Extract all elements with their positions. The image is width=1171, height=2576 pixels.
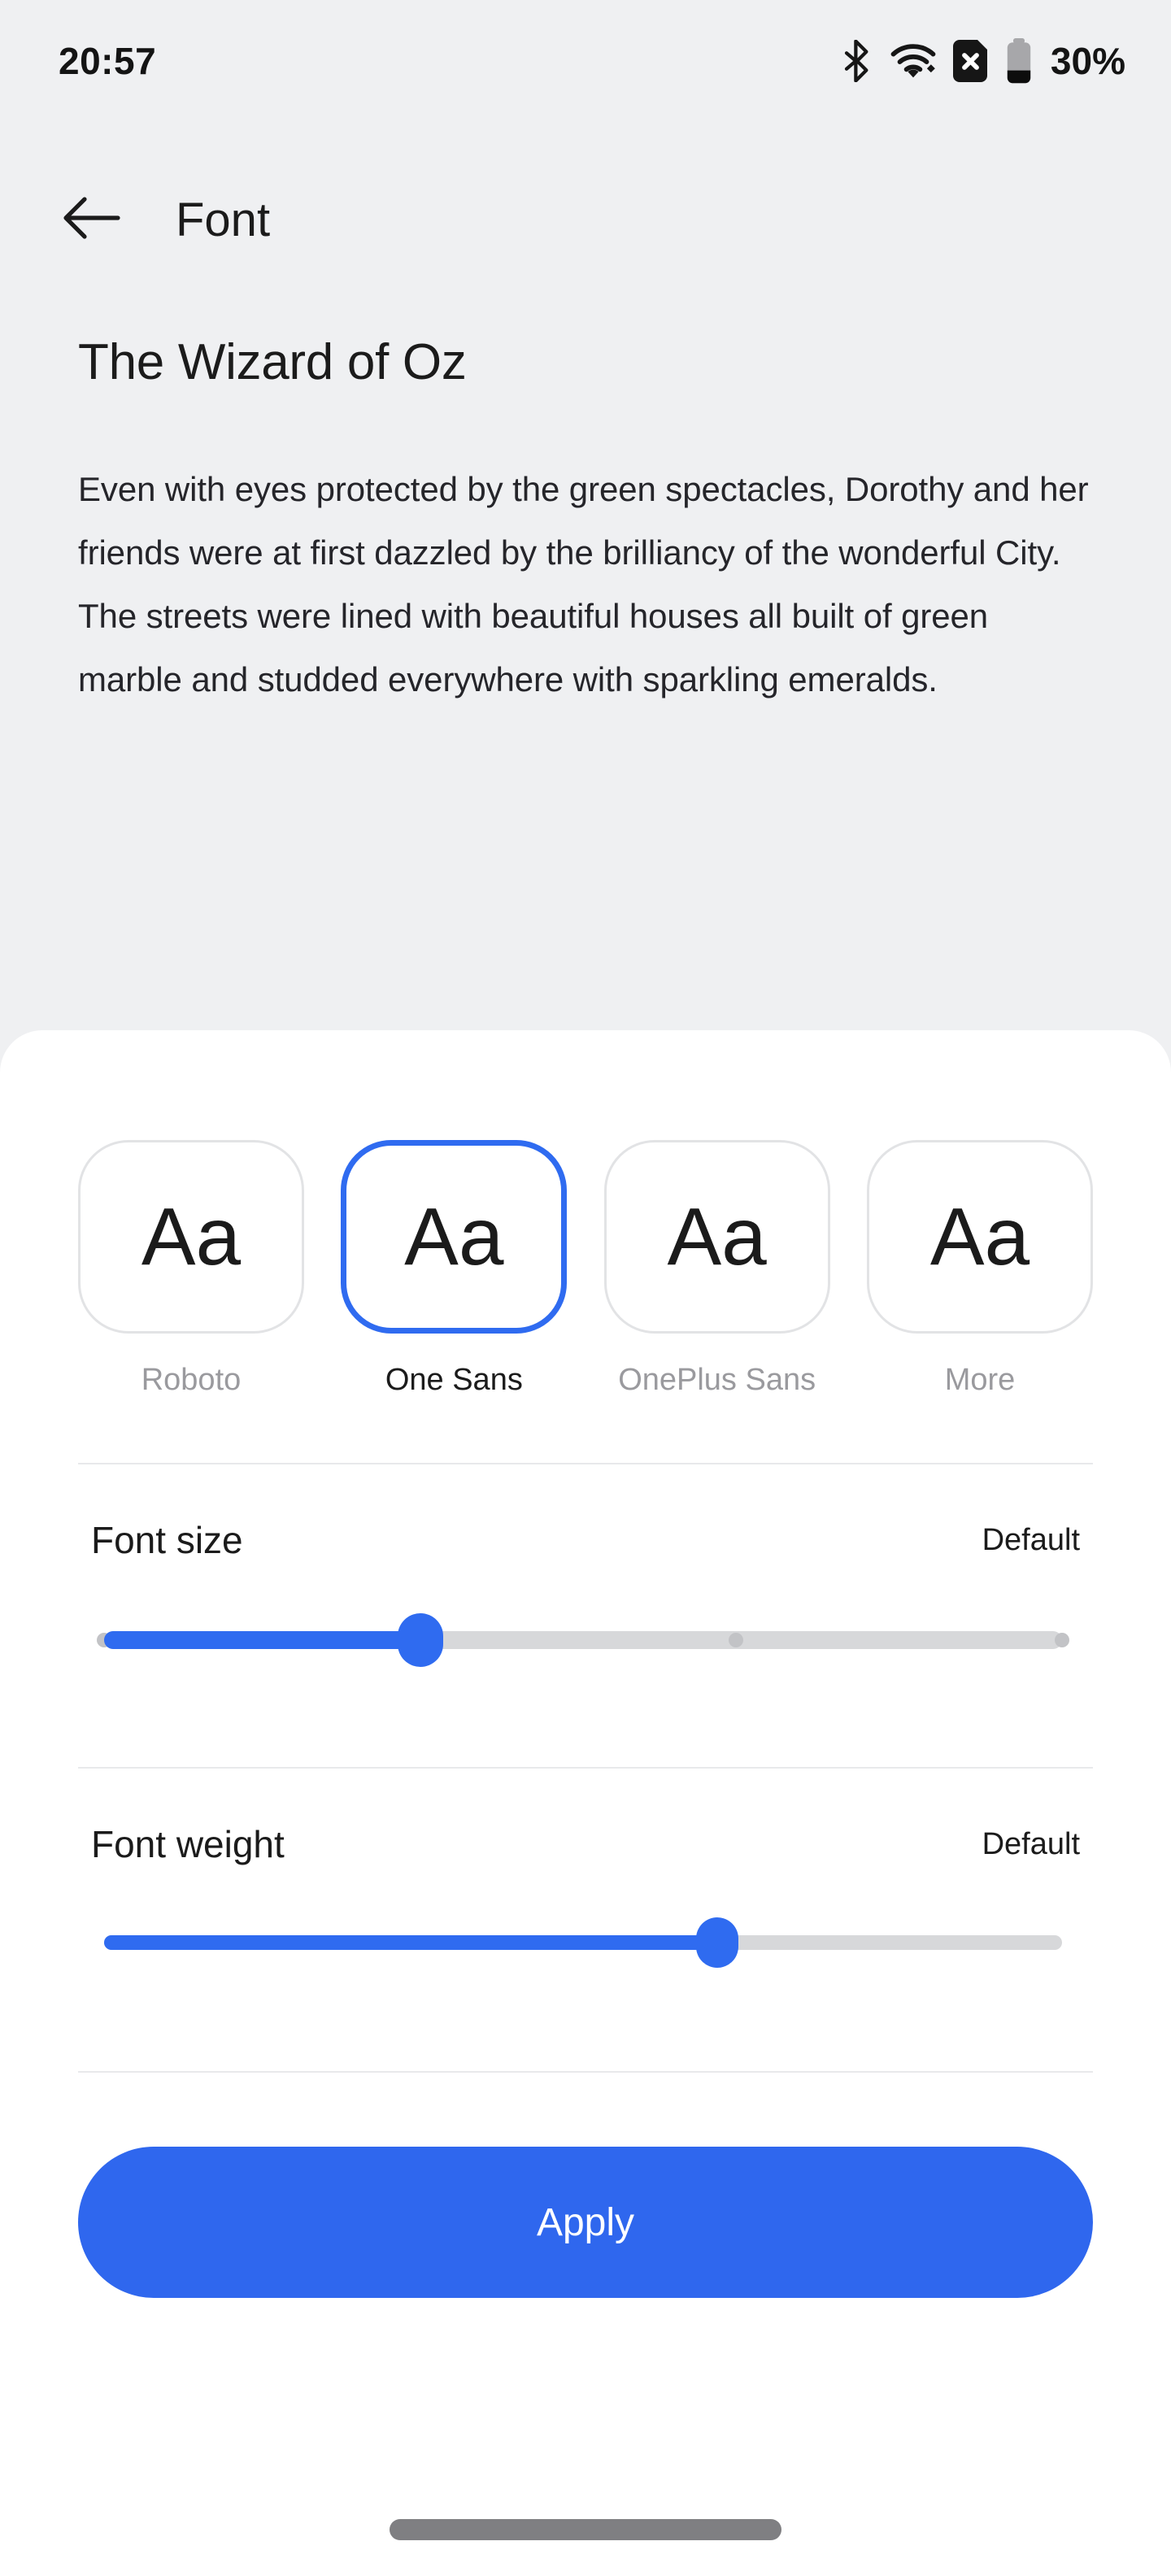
back-button[interactable] xyxy=(59,186,125,253)
font-option-card[interactable]: Aa xyxy=(867,1140,1093,1334)
font-weight-label: Font weight xyxy=(91,1822,285,1866)
sim-card-error-icon xyxy=(953,40,989,82)
slider-tick xyxy=(729,1633,743,1647)
font-size-slider[interactable] xyxy=(104,1616,1062,1664)
font-weight-row: Font weight Default xyxy=(0,1822,1171,1866)
font-option-label: More xyxy=(945,1363,1016,1398)
divider xyxy=(78,2071,1093,2073)
font-option-label: OnePlus Sans xyxy=(618,1363,816,1398)
app-header: Font xyxy=(0,163,1171,276)
font-option-oneplus-sans[interactable]: Aa OnePlus Sans xyxy=(604,1140,830,1398)
slider-tick xyxy=(1055,1633,1069,1647)
wifi-icon xyxy=(890,42,937,80)
divider xyxy=(78,1767,1093,1769)
font-size-row: Font size Default xyxy=(0,1518,1171,1562)
status-bar-icons: 30% xyxy=(841,38,1125,84)
font-weight-value: Default xyxy=(982,1827,1080,1862)
battery-icon xyxy=(1005,38,1033,84)
font-weight-slider[interactable] xyxy=(104,1918,1062,1967)
font-option-more[interactable]: Aa More xyxy=(867,1140,1093,1398)
font-weight-slider-thumb[interactable] xyxy=(696,1917,738,1968)
font-sample-glyph: Aa xyxy=(667,1196,766,1277)
apply-button[interactable]: Apply xyxy=(78,2147,1093,2298)
font-option-card-selected[interactable]: Aa xyxy=(341,1140,567,1334)
font-size-label: Font size xyxy=(91,1518,243,1562)
divider xyxy=(78,1463,1093,1464)
font-option-label: One Sans xyxy=(385,1363,523,1398)
font-option-card[interactable]: Aa xyxy=(604,1140,830,1334)
apply-bar: Apply xyxy=(0,2122,1171,2326)
page-title: Font xyxy=(176,193,270,247)
font-settings-sheet: Aa Roboto Aa One Sans Aa OnePlus Sans Aa xyxy=(0,1030,1171,2576)
font-sample-glyph: Aa xyxy=(404,1196,503,1277)
font-sample-glyph: Aa xyxy=(930,1196,1030,1277)
battery-percent-label: 30% xyxy=(1051,39,1125,83)
font-option-roboto[interactable]: Aa Roboto xyxy=(78,1140,304,1398)
slider-fill xyxy=(104,1631,420,1649)
status-bar-clock: 20:57 xyxy=(59,39,156,83)
home-indicator[interactable] xyxy=(390,2519,781,2540)
bluetooth-icon xyxy=(841,40,873,82)
preview-title: The Wizard of Oz xyxy=(78,333,1093,391)
arrow-left-icon xyxy=(63,193,121,247)
preview-body-text: Even with eyes protected by the green sp… xyxy=(78,458,1093,711)
font-sample-glyph: Aa xyxy=(141,1196,241,1277)
font-option-one-sans[interactable]: Aa One Sans xyxy=(341,1140,567,1398)
font-family-picker: Aa Roboto Aa One Sans Aa OnePlus Sans Aa xyxy=(0,1140,1171,1398)
font-size-slider-thumb[interactable] xyxy=(398,1613,443,1667)
slider-fill xyxy=(104,1935,717,1950)
font-option-card[interactable]: Aa xyxy=(78,1140,304,1334)
status-bar: 20:57 xyxy=(0,0,1171,122)
font-option-label: Roboto xyxy=(141,1363,242,1398)
font-preview-area: The Wizard of Oz Even with eyes protecte… xyxy=(0,333,1171,711)
font-size-value: Default xyxy=(982,1523,1080,1558)
phone-screen: 20:57 xyxy=(0,0,1171,2576)
